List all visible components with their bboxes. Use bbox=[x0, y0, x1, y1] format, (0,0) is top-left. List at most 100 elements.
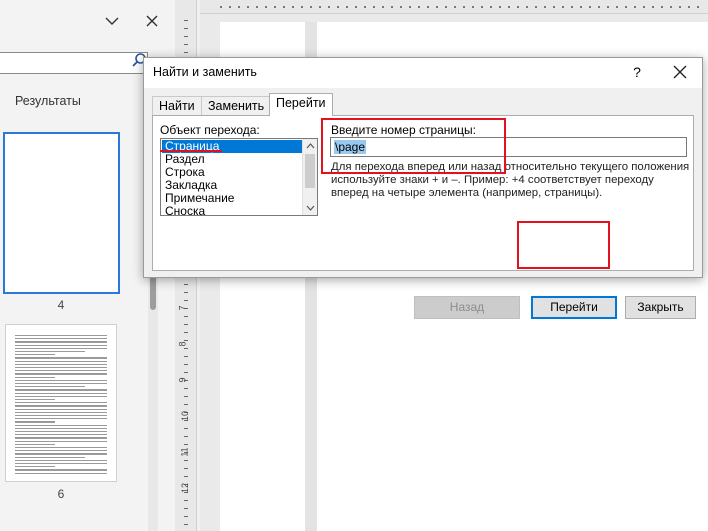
ruler-tick bbox=[373, 6, 375, 8]
ruler-tick bbox=[184, 444, 188, 445]
ruler-tick bbox=[283, 6, 285, 8]
ruler-tick bbox=[553, 6, 555, 8]
ruler-tick bbox=[382, 6, 384, 8]
thumbnail-text-line bbox=[15, 357, 107, 359]
ruler-tick bbox=[319, 6, 321, 8]
ruler-tick bbox=[184, 500, 188, 501]
close-icon[interactable] bbox=[144, 13, 160, 29]
ruler-tick bbox=[238, 6, 240, 8]
thumbnail-text-line bbox=[15, 395, 107, 398]
thumbnail-text-line bbox=[15, 354, 55, 356]
ruler-tick bbox=[328, 6, 330, 8]
ruler-tick bbox=[355, 6, 357, 8]
list-item[interactable]: Сноска bbox=[162, 205, 302, 216]
help-button[interactable]: ? bbox=[629, 64, 645, 80]
thumbnail-text-line bbox=[15, 341, 107, 343]
ruler-tick bbox=[544, 6, 546, 8]
ruler-tick bbox=[184, 292, 188, 293]
ruler-tick bbox=[634, 6, 636, 8]
chevron-down-icon[interactable] bbox=[104, 13, 120, 29]
thumbnail-text-line bbox=[15, 383, 107, 385]
chevron-up-icon[interactable] bbox=[303, 139, 318, 153]
list-scrollbar[interactable] bbox=[302, 139, 317, 215]
thumbnail-text-line bbox=[15, 427, 107, 430]
thumbnail-text-line bbox=[15, 437, 107, 439]
thumbnail-text-line bbox=[15, 392, 107, 394]
ruler-tick bbox=[625, 6, 627, 8]
ruler-tick bbox=[184, 516, 188, 517]
ruler-tick bbox=[184, 348, 188, 349]
thumbnail-text-line bbox=[15, 443, 55, 446]
thumbnail-text-line bbox=[15, 360, 107, 362]
annotation-highlight-go-button bbox=[517, 221, 610, 269]
ruler-tick bbox=[274, 6, 276, 8]
ruler-tick bbox=[184, 476, 188, 477]
ruler-tick bbox=[184, 300, 188, 301]
ruler-tick bbox=[427, 6, 429, 8]
thumbnail-text-line bbox=[15, 386, 85, 388]
ruler-tick bbox=[184, 52, 188, 53]
thumbnail-text-line bbox=[15, 370, 107, 372]
ruler-tick bbox=[616, 6, 618, 8]
tab-find[interactable]: Найти bbox=[152, 96, 202, 115]
ruler-tick bbox=[184, 372, 188, 373]
close-icon[interactable] bbox=[672, 64, 688, 80]
thumbnail-text-line bbox=[15, 405, 107, 407]
ruler-tick bbox=[490, 6, 492, 8]
thumbnail-text-line bbox=[15, 338, 107, 340]
dialog-titlebar[interactable]: Найти и заменить ? bbox=[144, 58, 702, 88]
ruler-tick bbox=[526, 6, 528, 8]
close-button[interactable]: Закрыть bbox=[625, 296, 696, 319]
page-thumbnail[interactable] bbox=[5, 324, 117, 482]
ruler-tick bbox=[184, 324, 188, 325]
ruler-tick bbox=[670, 6, 672, 8]
thumbnail-text-line bbox=[15, 434, 107, 436]
thumbnail-text-line bbox=[15, 424, 107, 426]
go-button[interactable]: Перейти bbox=[531, 296, 617, 319]
ruler-tick bbox=[184, 436, 188, 437]
ruler-tick bbox=[184, 36, 188, 37]
ruler-tick bbox=[184, 332, 188, 333]
ruler-tick bbox=[607, 6, 609, 8]
ruler-tick bbox=[436, 6, 438, 8]
word-window: Результаты 4 6 7 8 9 10 11 12 Найти и заменит… bbox=[0, 0, 708, 531]
nav-results-tab[interactable]: Результаты bbox=[15, 94, 81, 108]
thumbnail-text-line bbox=[15, 466, 55, 468]
thumbnail-text-line bbox=[15, 421, 55, 423]
thumbnail-text-line bbox=[15, 411, 107, 414]
tab-goto[interactable]: Перейти bbox=[269, 93, 333, 116]
ruler-tick bbox=[517, 6, 519, 8]
thumbnail-text-line bbox=[15, 453, 107, 455]
ruler-tick bbox=[499, 6, 501, 8]
ruler-tick bbox=[184, 396, 188, 397]
tab-replace[interactable]: Заменить bbox=[201, 96, 272, 115]
ruler-tick bbox=[346, 6, 348, 8]
ruler-tick bbox=[292, 6, 294, 8]
thumbnail-page-number: 4 bbox=[57, 298, 65, 312]
thumbnail-text-line bbox=[15, 373, 107, 375]
ruler-tick bbox=[184, 428, 188, 429]
thumbnail-text-line bbox=[15, 440, 107, 442]
ruler-tick bbox=[184, 388, 188, 389]
thumbnail-text-line bbox=[15, 351, 85, 353]
list-scrollbar-thumb[interactable] bbox=[305, 154, 315, 188]
ruler-tick bbox=[445, 6, 447, 8]
ruler-tick bbox=[256, 6, 258, 8]
ruler-tick bbox=[229, 6, 231, 8]
thumbnail-page-number: 6 bbox=[57, 487, 65, 501]
ruler-tick bbox=[508, 6, 510, 8]
chevron-down-icon[interactable] bbox=[303, 201, 318, 215]
back-button[interactable]: Назад bbox=[414, 296, 520, 319]
nav-search-input[interactable] bbox=[0, 52, 148, 74]
ruler-tick bbox=[184, 508, 188, 509]
thumbnail-text-line bbox=[15, 402, 107, 404]
ruler-tick bbox=[580, 6, 582, 8]
ruler-tick bbox=[472, 6, 474, 8]
thumbnail-text-line bbox=[15, 469, 107, 471]
ruler-tick bbox=[184, 20, 188, 21]
ruler-tick bbox=[184, 460, 188, 461]
page-thumbnail-selected[interactable] bbox=[3, 132, 120, 294]
ruler-tick bbox=[184, 524, 188, 525]
ruler-tick bbox=[184, 356, 188, 357]
ruler-tick bbox=[562, 6, 564, 8]
